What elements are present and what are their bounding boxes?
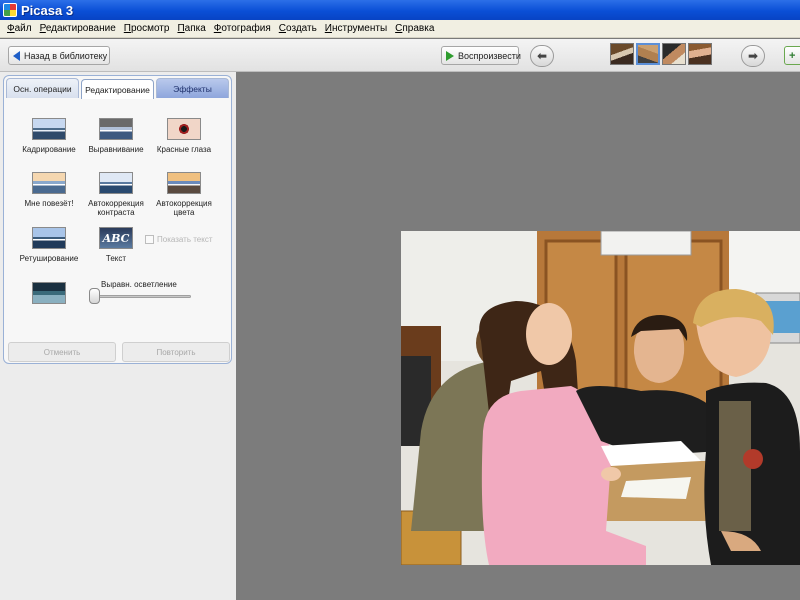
crop-icon xyxy=(32,118,66,140)
straighten-label: Выравнивание xyxy=(88,145,144,154)
crop-tool[interactable]: Кадрирование xyxy=(14,118,84,154)
menu-picture[interactable]: Фотография xyxy=(210,23,275,34)
menu-create[interactable]: Создать xyxy=(275,23,321,34)
crop-label: Кадрирование xyxy=(22,145,76,154)
fill-light-slider-handle[interactable] xyxy=(89,288,100,304)
text-tool[interactable]: ABC Текст xyxy=(81,227,151,263)
auto-color-tool[interactable]: Автокоррекция цвета xyxy=(149,172,219,217)
menu-file[interactable]: Файл xyxy=(3,23,36,34)
retouch-label: Ретуширование xyxy=(19,254,79,263)
show-text-checkbox xyxy=(145,235,154,244)
picasa-app-icon xyxy=(3,3,17,17)
thumbnail[interactable] xyxy=(688,43,712,65)
fill-light-slider-track[interactable] xyxy=(94,295,191,298)
play-icon xyxy=(446,50,454,61)
show-text-option: Показать текст xyxy=(145,235,213,244)
tab-tuning[interactable]: Редактирование xyxy=(81,79,154,99)
menu-tools[interactable]: Инструменты xyxy=(321,23,391,34)
auto-contrast-tool[interactable]: Автокоррекция контраста xyxy=(81,172,151,217)
retouch-icon xyxy=(32,227,66,249)
back-to-library-label: Назад в библиотеку xyxy=(24,50,108,61)
tab-basic-fixes[interactable]: Осн. операции xyxy=(6,78,79,98)
auto-color-icon xyxy=(167,172,201,194)
fill-light-icon xyxy=(32,282,66,304)
thumbnail[interactable] xyxy=(610,43,634,65)
menu-view[interactable]: Просмотр xyxy=(120,23,174,34)
show-text-label: Показать текст xyxy=(157,235,213,244)
photo-viewer xyxy=(236,72,800,600)
thumbnail[interactable] xyxy=(662,43,686,65)
back-to-library-button[interactable]: Назад в библиотеку xyxy=(8,46,110,65)
auto-color-label: Автокоррекция цвета xyxy=(156,199,212,217)
menu-help[interactable]: Справка xyxy=(391,23,438,34)
edit-panel: Осн. операции Редактирование Эффекты Кад… xyxy=(3,75,232,364)
straighten-icon xyxy=(99,118,133,140)
arrow-left-icon: ⬅ xyxy=(536,49,548,63)
photo-preview xyxy=(401,231,800,565)
play-slideshow-button[interactable]: Воспроизвести xyxy=(441,46,521,65)
plus-icon: + xyxy=(789,49,796,62)
classroom-photo-image xyxy=(401,231,800,565)
thumbnail-strip xyxy=(610,43,712,65)
text-abc-icon: ABC xyxy=(99,227,133,249)
title-bar: Picasa 3 xyxy=(0,0,800,20)
fill-light-label: Выравн. осветление xyxy=(101,280,177,289)
play-slideshow-label: Воспроизвести xyxy=(458,50,521,61)
undo-button[interactable]: Отменить xyxy=(8,342,116,362)
auto-contrast-label: Автокоррекция контраста xyxy=(88,199,144,217)
redeye-label: Красные глаза xyxy=(156,145,212,154)
menu-edit[interactable]: Редактирование xyxy=(36,23,120,34)
previous-photo-button[interactable]: ⬅ xyxy=(530,45,554,67)
thumbnail-selected[interactable] xyxy=(636,43,660,65)
edit-tabs: Осн. операции Редактирование Эффекты xyxy=(4,76,231,99)
window-title: Picasa 3 xyxy=(21,2,74,18)
redeye-tool[interactable]: Красные глаза xyxy=(149,118,219,154)
im-feeling-lucky-tool[interactable]: Мне повезёт! xyxy=(14,172,84,208)
lucky-label: Мне повезёт! xyxy=(24,199,74,208)
text-label: Текст xyxy=(105,254,127,263)
arrow-right-icon: ➡ xyxy=(747,49,759,63)
fill-light-tool xyxy=(14,282,84,309)
retouch-tool[interactable]: Ретуширование xyxy=(14,227,84,263)
share-button[interactable]: + xyxy=(784,46,800,65)
left-sidebar: Осн. операции Редактирование Эффекты Кад… xyxy=(0,72,236,600)
lucky-icon xyxy=(32,172,66,194)
auto-contrast-icon xyxy=(99,172,133,194)
redo-button[interactable]: Повторить xyxy=(122,342,230,362)
tab-effects[interactable]: Эффекты xyxy=(156,78,229,98)
red-eye-icon xyxy=(167,118,201,140)
back-arrow-icon xyxy=(13,50,20,61)
next-photo-button[interactable]: ➡ xyxy=(741,45,765,67)
menu-folder[interactable]: Папка xyxy=(173,23,209,34)
menu-bar: Файл Редактирование Просмотр Папка Фотог… xyxy=(0,20,800,38)
straighten-tool[interactable]: Выравнивание xyxy=(81,118,151,154)
